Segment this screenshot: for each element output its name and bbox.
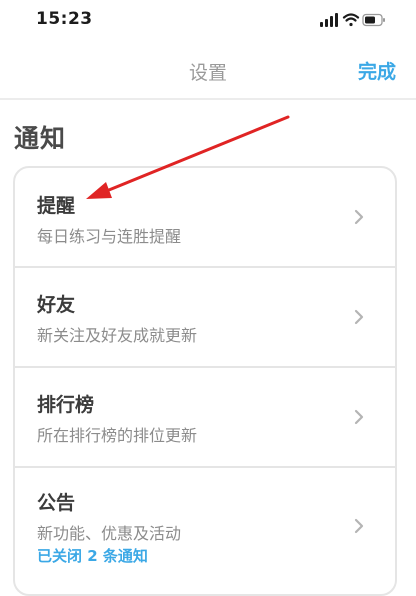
row-title: 公告: [37, 492, 76, 514]
notification-settings-card: 提醒 每日练习与连胜提醒 好友 新关注及好友成就更新 排行榜 所在排行榜的排位更…: [13, 166, 397, 596]
nav-divider: [0, 98, 416, 100]
row-subtitle: 所在排行榜的排位更新: [37, 426, 198, 445]
settings-row-reminders[interactable]: 提醒 每日练习与连胜提醒: [15, 168, 395, 268]
row-title: 提醒: [37, 195, 76, 217]
chevron-right-icon: [354, 309, 364, 325]
section-title: 通知: [14, 124, 67, 153]
row-subtitle: 新功能、优惠及活动: [37, 524, 182, 543]
chevron-right-icon: [354, 518, 364, 534]
done-button[interactable]: 完成: [358, 57, 396, 84]
settings-row-leaderboard[interactable]: 排行榜 所在排行榜的排位更新: [15, 368, 395, 468]
status-bar: 15:23: [0, 0, 416, 44]
status-time: 15:23: [36, 9, 93, 29]
row-subtitle: 每日练习与连胜提醒: [37, 227, 182, 246]
chevron-right-icon: [354, 209, 364, 225]
status-icons: [320, 13, 385, 27]
battery-icon: [362, 13, 385, 27]
settings-row-announcements[interactable]: 公告 新功能、优惠及活动 已关闭 2 条通知: [15, 468, 395, 594]
wifi-icon: [342, 13, 360, 27]
row-title: 排行榜: [37, 394, 95, 416]
page-title: 设置: [188, 62, 227, 84]
nav-bar: 设置 完成: [0, 44, 416, 96]
signal-icon: [320, 13, 338, 27]
settings-row-friends[interactable]: 好友 新关注及好友成就更新: [15, 268, 395, 368]
chevron-right-icon: [354, 409, 364, 425]
disabled-notifications-count: 已关闭 2 条通知: [37, 547, 148, 565]
row-subtitle: 新关注及好友成就更新: [37, 326, 198, 345]
row-title: 好友: [37, 294, 76, 316]
